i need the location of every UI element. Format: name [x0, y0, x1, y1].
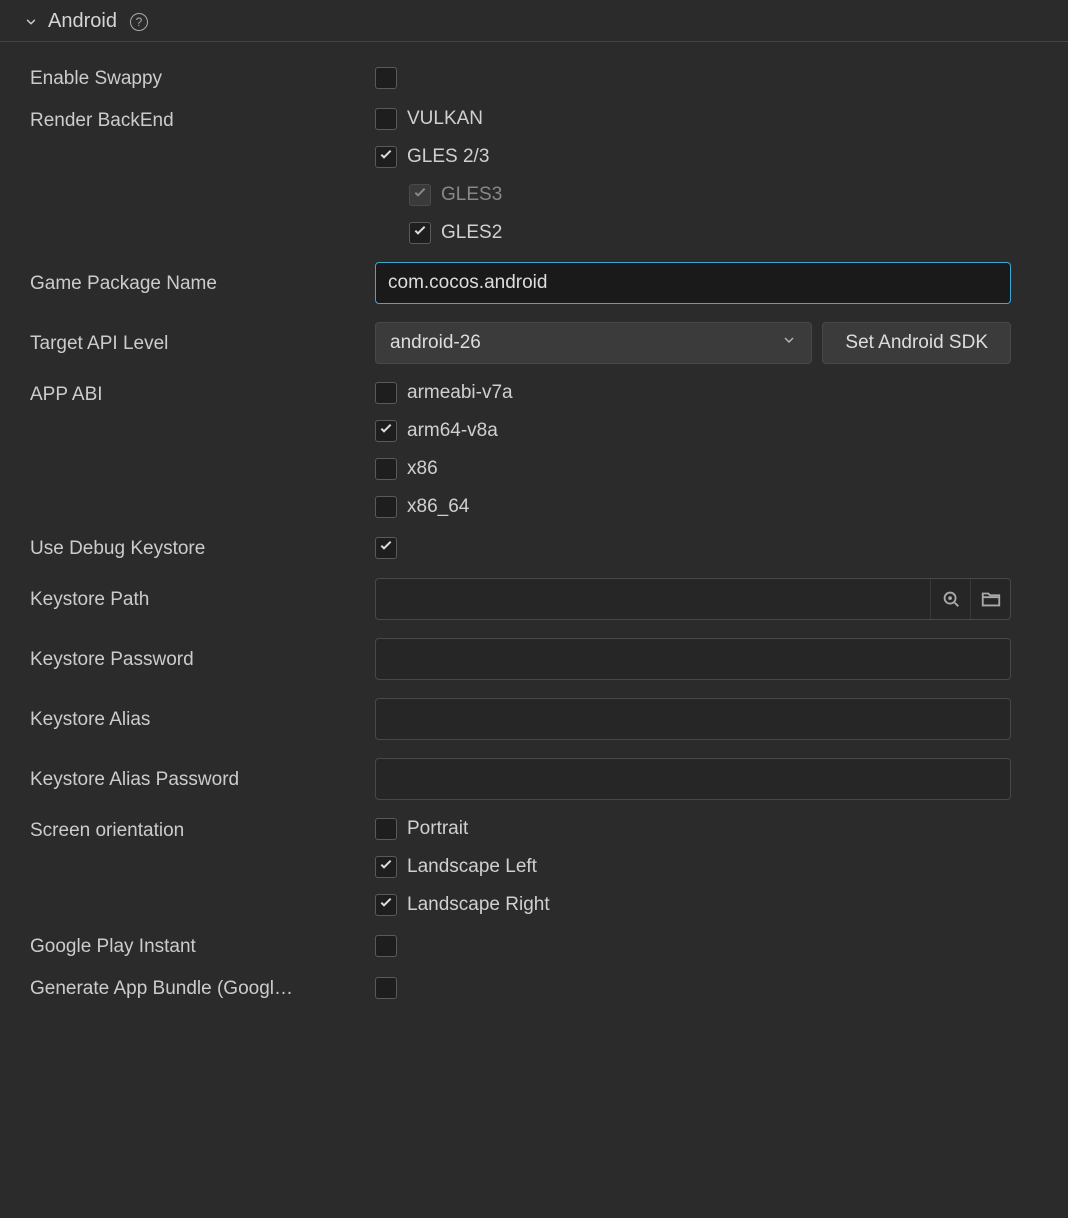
gles3-checkbox [409, 184, 431, 206]
target-api-select[interactable]: android-26 [375, 322, 812, 364]
package-name-label: Game Package Name [30, 271, 375, 295]
folder-icon[interactable] [970, 579, 1010, 619]
render-backend-label: Render BackEnd [30, 108, 375, 132]
orientation-label: Screen orientation [30, 818, 375, 842]
package-name-input[interactable] [375, 262, 1011, 304]
x86-64-checkbox[interactable] [375, 496, 397, 518]
debug-keystore-checkbox[interactable] [375, 537, 397, 559]
chevron-down-icon [781, 332, 797, 354]
section-title: Android [48, 10, 117, 33]
enable-swappy-label: Enable Swappy [30, 66, 375, 90]
landscape-right-checkbox[interactable] [375, 894, 397, 916]
set-android-sdk-button[interactable]: Set Android SDK [822, 322, 1011, 364]
google-play-instant-checkbox[interactable] [375, 935, 397, 957]
x86-64-option: x86_64 [407, 496, 469, 518]
help-icon[interactable]: ? [130, 13, 148, 31]
arm64-v8a-option: arm64-v8a [407, 420, 498, 442]
chevron-down-icon [24, 15, 38, 29]
armeabi-v7a-checkbox[interactable] [375, 382, 397, 404]
portrait-checkbox[interactable] [375, 818, 397, 840]
x86-option: x86 [407, 458, 438, 480]
keystore-alias-label: Keystore Alias [30, 707, 375, 731]
landscape-left-checkbox[interactable] [375, 856, 397, 878]
gles3-option: GLES3 [441, 184, 502, 206]
gles2-option: GLES2 [441, 222, 502, 244]
keystore-path-label: Keystore Path [30, 587, 375, 611]
gles2-checkbox[interactable] [409, 222, 431, 244]
app-abi-label: APP ABI [30, 382, 375, 406]
gles23-option: GLES 2/3 [407, 146, 489, 168]
landscape-left-option: Landscape Left [407, 856, 537, 878]
google-play-instant-label: Google Play Instant [30, 934, 375, 958]
locate-icon[interactable] [930, 579, 970, 619]
keystore-alias-password-label: Keystore Alias Password [30, 767, 375, 791]
vulkan-option: VULKAN [407, 108, 483, 130]
keystore-alias-password-input[interactable] [375, 758, 1011, 800]
arm64-v8a-checkbox[interactable] [375, 420, 397, 442]
x86-checkbox[interactable] [375, 458, 397, 480]
armeabi-v7a-option: armeabi-v7a [407, 382, 513, 404]
keystore-password-label: Keystore Password [30, 647, 375, 671]
generate-app-bundle-label: Generate App Bundle (Googl… [30, 976, 375, 1000]
vulkan-checkbox[interactable] [375, 108, 397, 130]
generate-app-bundle-checkbox[interactable] [375, 977, 397, 999]
keystore-alias-input[interactable] [375, 698, 1011, 740]
section-header[interactable]: Android ? [0, 0, 1068, 42]
target-api-value: android-26 [390, 332, 481, 354]
landscape-right-option: Landscape Right [407, 894, 550, 916]
debug-keystore-label: Use Debug Keystore [30, 536, 375, 560]
gles23-checkbox[interactable] [375, 146, 397, 168]
target-api-label: Target API Level [30, 331, 375, 355]
keystore-path-field [375, 578, 1011, 620]
keystore-path-input[interactable] [376, 579, 930, 619]
portrait-option: Portrait [407, 818, 468, 840]
keystore-password-input[interactable] [375, 638, 1011, 680]
enable-swappy-checkbox[interactable] [375, 67, 397, 89]
